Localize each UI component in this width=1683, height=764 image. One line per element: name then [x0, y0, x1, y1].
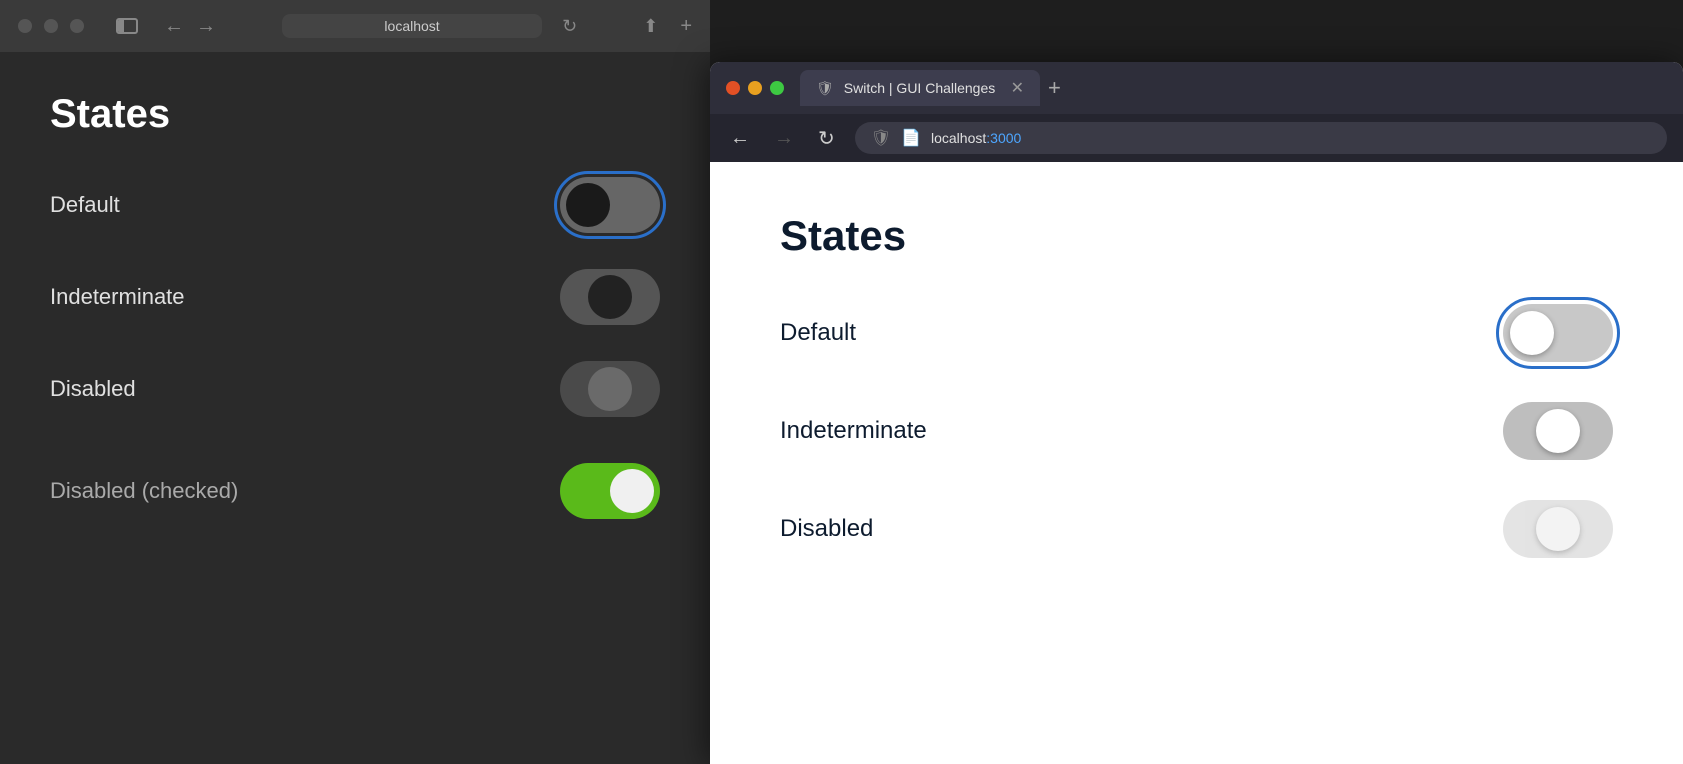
- bg-label-disabled-checked: Disabled (checked): [50, 478, 238, 504]
- bg-states-heading: States: [50, 92, 660, 137]
- fg-toggle-disabled-knob: [1536, 507, 1580, 551]
- bg-label-disabled: Disabled: [50, 376, 136, 402]
- fg-address-shield-icon: 🛡: [871, 128, 891, 148]
- fg-tab[interactable]: 🛡 Switch | GUI Challenges ✕: [800, 70, 1040, 106]
- fg-address-port: :3000: [986, 130, 1021, 146]
- fg-tab-close-button[interactable]: ✕: [1011, 78, 1024, 98]
- background-browser: ← → localhost ↻ ⬆ + States Default Indet…: [0, 0, 710, 764]
- fg-label-disabled: Disabled: [780, 515, 873, 543]
- bg-label-default: Default: [50, 192, 120, 218]
- bg-toggle-disabled-checked: [560, 463, 660, 519]
- fg-minimize-button[interactable]: [748, 81, 762, 95]
- fg-traffic-lights: [726, 81, 784, 95]
- bg-titlebar: ← → localhost ↻ ⬆ +: [0, 0, 710, 52]
- fg-row-default: Default: [780, 304, 1613, 362]
- bg-row-disabled-checked: Disabled (checked): [50, 453, 660, 519]
- fg-toggle-default-knob: [1510, 311, 1554, 355]
- bg-toggle-indeterminate-knob: [588, 275, 632, 319]
- fg-address-bar[interactable]: 🛡 📄 localhost:3000: [855, 122, 1667, 154]
- fg-label-default: Default: [780, 319, 856, 347]
- fg-tab-shield-icon: 🛡: [816, 80, 834, 97]
- fg-toggle-disabled: [1503, 500, 1613, 558]
- fg-titlebar: 🛡 Switch | GUI Challenges ✕ +: [710, 62, 1683, 114]
- fg-page-content: States Default Indeterminate Disabled: [710, 162, 1683, 764]
- bg-page-content: States Default Indeterminate Disabled Di…: [0, 52, 710, 559]
- bg-close-button[interactable]: [18, 19, 32, 33]
- fg-row-disabled: Disabled: [780, 500, 1613, 558]
- fg-new-tab-button[interactable]: +: [1048, 75, 1061, 101]
- bg-row-indeterminate: Indeterminate: [50, 269, 660, 325]
- fg-row-indeterminate: Indeterminate: [780, 402, 1613, 460]
- bg-newtab-icon[interactable]: +: [680, 15, 692, 38]
- bg-toggle-default[interactable]: [560, 177, 660, 233]
- bg-address-text: localhost: [384, 18, 439, 34]
- fg-toggle-default[interactable]: [1503, 304, 1613, 362]
- bg-reload-icon[interactable]: ↻: [562, 16, 577, 37]
- fg-toggle-indeterminate-knob: [1536, 409, 1580, 453]
- bg-fullscreen-button[interactable]: [70, 19, 84, 33]
- fg-address-text: localhost:3000: [931, 130, 1021, 146]
- fg-close-button[interactable]: [726, 81, 740, 95]
- bg-row-default: Default: [50, 177, 660, 233]
- sidebar-toggle-icon[interactable]: [116, 18, 138, 34]
- bg-toggle-disabled-checked-knob: [610, 469, 654, 513]
- bg-label-indeterminate: Indeterminate: [50, 284, 185, 310]
- bg-address-bar[interactable]: localhost: [282, 14, 542, 38]
- fg-fullscreen-button[interactable]: [770, 81, 784, 95]
- bg-nav-icons: [116, 18, 138, 34]
- fg-address-host: localhost: [931, 130, 986, 146]
- bg-forward-icon[interactable]: →: [196, 15, 216, 38]
- bg-minimize-button[interactable]: [44, 19, 58, 33]
- bg-toggle-disabled-knob: [588, 367, 632, 411]
- foreground-browser: 🛡 Switch | GUI Challenges ✕ + ← → ↻ 🛡 📄 …: [710, 62, 1683, 764]
- bg-share-icon[interactable]: ⬆: [643, 16, 658, 37]
- fg-toolbar: ← → ↻ 🛡 📄 localhost:3000: [710, 114, 1683, 162]
- bg-row-disabled: Disabled: [50, 361, 660, 417]
- bg-toggle-indeterminate[interactable]: [560, 269, 660, 325]
- fg-back-button[interactable]: ←: [726, 123, 754, 154]
- fg-states-heading: States: [780, 212, 1613, 260]
- fg-reload-button[interactable]: ↻: [814, 122, 839, 155]
- bg-back-icon[interactable]: ←: [164, 15, 184, 38]
- bg-toggle-disabled: [560, 361, 660, 417]
- fg-address-doc-icon: 📄: [901, 128, 921, 148]
- bg-toggle-default-knob: [566, 183, 610, 227]
- fg-label-indeterminate: Indeterminate: [780, 417, 927, 445]
- fg-tab-title: Switch | GUI Challenges: [844, 80, 1001, 96]
- fg-toggle-indeterminate[interactable]: [1503, 402, 1613, 460]
- fg-forward-button[interactable]: →: [770, 123, 798, 154]
